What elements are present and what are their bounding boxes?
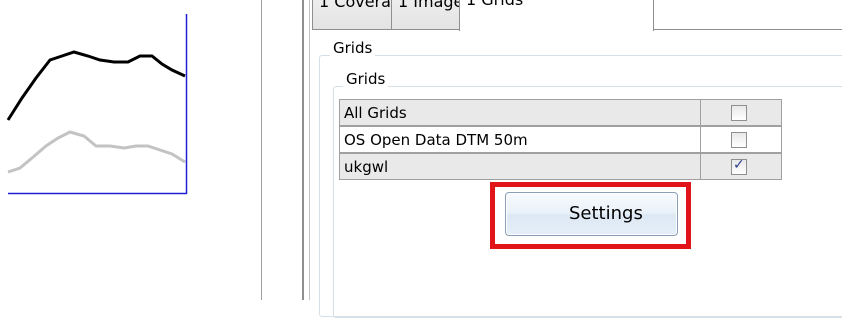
outer-group-title: Grids xyxy=(330,39,376,57)
profile-line-secondary xyxy=(7,130,186,174)
tab-images[interactable]: 1 Images xyxy=(391,0,460,29)
ukgwl-checkbox[interactable]: ✓ xyxy=(731,157,747,175)
tab-coverages[interactable]: 1 Coverages xyxy=(312,0,392,29)
settings-label: Settings xyxy=(569,203,643,224)
inner-group-title: Grids xyxy=(343,70,389,88)
grid-checkbox-cell: ✓ xyxy=(700,153,782,180)
os-open-data-checkbox[interactable] xyxy=(731,132,747,148)
grid-name-cell: All Grids xyxy=(339,99,700,126)
settings-menu-item[interactable]: Settings xyxy=(505,192,678,236)
grid-name-cell: OS Open Data DTM 50m xyxy=(339,126,700,153)
table-row[interactable]: ukgwl ✓ xyxy=(339,153,782,180)
profile-line-primary xyxy=(6,50,186,121)
all-grids-checkbox[interactable] xyxy=(731,105,747,121)
panel-border-inner xyxy=(309,0,310,300)
table-row[interactable]: All Grids xyxy=(339,99,782,126)
tab-grids[interactable]: 1 Grids xyxy=(459,0,654,31)
panel-border-left xyxy=(302,0,304,300)
checkmark-icon: ✓ xyxy=(733,157,745,173)
grids-table: All Grids OS Open Data DTM 50m ukgwl ✓ xyxy=(339,99,782,180)
elevation-profile-graph xyxy=(6,14,188,195)
grid-name-cell: ukgwl xyxy=(339,153,700,180)
grid-checkbox-cell xyxy=(700,99,782,126)
table-row[interactable]: OS Open Data DTM 50m xyxy=(339,126,782,153)
splitter-line[interactable] xyxy=(261,0,262,300)
grid-checkbox-cell xyxy=(700,126,782,153)
